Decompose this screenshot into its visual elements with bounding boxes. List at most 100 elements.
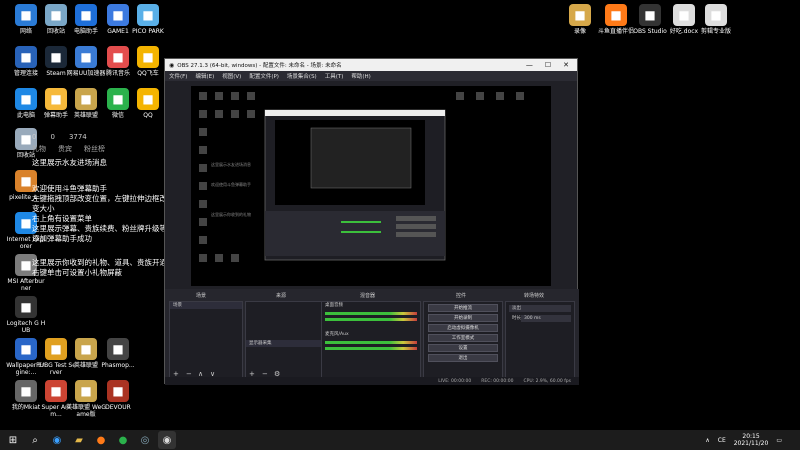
close-icon[interactable]: ✕ bbox=[563, 61, 569, 69]
remote-icon: ■ bbox=[15, 46, 37, 68]
overlay-stats: 0 0 3774 bbox=[32, 132, 172, 142]
qq-speed-icon: ■ bbox=[137, 46, 159, 68]
desktop-icon[interactable]: ■ PICO PARK bbox=[128, 4, 168, 35]
virtual-camera-button[interactable]: 启动虚拟摄像机 bbox=[428, 324, 498, 332]
source-item[interactable]: 显示器采集 bbox=[246, 340, 324, 347]
obs-window[interactable]: ◉ OBS 27.1.3 (64-bit, windows) - 配置文件: 未… bbox=[164, 58, 579, 385]
desktop-icon[interactable]: ■ QQ飞车 bbox=[128, 46, 168, 77]
desktop: ■ 网络 ■ 回收站 ■ 电脑助手 ■ GAME1 ■ PICO PARK ■ 管理连接 ■ Steam ■… bbox=[0, 0, 800, 430]
obs-titlebar[interactable]: ◉ OBS 27.1.3 (64-bit, windows) - 配置文件: 未… bbox=[165, 59, 577, 71]
controls-dock: 控件 开始推流 开始录制 启动虚拟摄像机 工作室模式 设置 退出 bbox=[423, 293, 503, 381]
clock[interactable]: 20:15 2021/11/20 bbox=[734, 433, 769, 447]
pubg-icon: ■ bbox=[45, 338, 67, 360]
start-recording-button[interactable]: 开始录制 bbox=[428, 314, 498, 322]
lol-icon: ■ bbox=[75, 380, 97, 402]
desktop-icon-label: DEVOUR bbox=[105, 404, 131, 411]
cpu-status: CPU: 2.9%, 60.00 fps bbox=[523, 378, 572, 384]
notification-icon[interactable]: ▭ bbox=[776, 437, 782, 444]
transitions-title: 转场特效 bbox=[524, 293, 545, 299]
overlay-header: 礼物 bbox=[32, 145, 46, 153]
duration-label: 时长 bbox=[512, 316, 521, 321]
obs-title: OBS 27.1.3 (64-bit, windows) - 配置文件: 未命名… bbox=[177, 63, 342, 69]
overlay-line: 这里展示水友进场消息 bbox=[32, 158, 107, 167]
menu-file[interactable]: 文件(F) bbox=[169, 72, 187, 80]
svg-text:这里展示水友进场消息: 这里展示水友进场消息 bbox=[211, 161, 251, 167]
logitech-icon: ■ bbox=[15, 296, 37, 318]
obs-docks: 场景 场景 + − ∧ ∨ 来源 显示器采集 + − ⚙ 混音器 桌面音频 麦克… bbox=[165, 289, 579, 385]
file-icon: ■ bbox=[15, 380, 37, 402]
douyu-icon[interactable]: ● bbox=[92, 431, 110, 449]
duration-input[interactable]: 300 ms bbox=[521, 315, 571, 322]
desktop-icon[interactable]: ■ QQ bbox=[128, 88, 168, 119]
clock-time: 20:15 bbox=[742, 433, 760, 440]
minimize-icon[interactable]: — bbox=[526, 61, 533, 69]
pico-park-icon: ■ bbox=[137, 4, 159, 26]
douyu-icon: ■ bbox=[605, 4, 627, 26]
desktop-icon[interactable]: ■ Phasmop... bbox=[98, 338, 138, 369]
mixer-channel-label: 桌面音频 bbox=[325, 303, 343, 308]
desktop-icon[interactable]: ■ Logitech G HUB bbox=[6, 296, 46, 334]
obs-preview[interactable]: 这里展示水友进场消息 欢迎使用斗鱼弹幕助手 这里展示你收到的礼物 bbox=[191, 86, 551, 286]
menu-tools[interactable]: 工具(T) bbox=[325, 72, 344, 80]
doc-icon: ■ bbox=[705, 4, 727, 26]
folder-icon: ■ bbox=[569, 4, 591, 26]
studio-mode-button[interactable]: 工作室模式 bbox=[428, 334, 498, 342]
edge-icon[interactable]: ◉ bbox=[48, 431, 66, 449]
obs-logo-icon: ◉ bbox=[169, 61, 175, 69]
menu-scene-collection[interactable]: 场景集合(S) bbox=[287, 72, 317, 80]
transition-select[interactable]: 淡出 bbox=[509, 305, 571, 312]
qq-icon: ■ bbox=[137, 88, 159, 110]
clock-date: 2021/11/20 bbox=[733, 440, 769, 447]
lol-icon: ■ bbox=[75, 88, 97, 110]
music-icon: ■ bbox=[107, 46, 129, 68]
overlay-line: 这里展示你收到的礼物、道具、贵族开通 右键单击可设置小礼物屏蔽 bbox=[32, 258, 167, 277]
tray-chevron-icon[interactable]: ∧ bbox=[705, 437, 709, 444]
overlay-stat: 0 bbox=[32, 133, 37, 141]
sources-title: 来源 bbox=[276, 293, 287, 299]
settings-button[interactable]: 设置 bbox=[428, 344, 498, 352]
desktop-icon-label: QQ飞车 bbox=[137, 70, 159, 77]
wallpaper-icon: ■ bbox=[15, 338, 37, 360]
menu-view[interactable]: 视图(V) bbox=[222, 72, 241, 80]
audio-meter bbox=[325, 347, 417, 350]
danmaku-icon: ■ bbox=[45, 88, 67, 110]
start-streaming-button[interactable]: 开始推流 bbox=[428, 304, 498, 312]
audio-meter bbox=[325, 318, 417, 321]
scenes-title: 场景 bbox=[196, 293, 207, 299]
svg-text:这里展示你收到的礼物: 这里展示你收到的礼物 bbox=[211, 211, 251, 217]
danmaku-overlay[interactable]: 0 0 3774 礼物 贵宾 粉丝榜 这里展示水友进场消息 欢迎使用斗鱼弹幕助手… bbox=[32, 132, 172, 292]
scene-item[interactable]: 场景 bbox=[170, 302, 242, 309]
desktop-icon-label: PICO PARK bbox=[132, 28, 164, 35]
desktop-icon[interactable]: ■ DEVOUR bbox=[98, 380, 138, 411]
overlay-stat: 0 bbox=[50, 133, 55, 141]
steam-icon[interactable]: ◎ bbox=[136, 431, 154, 449]
assistant-icon: ■ bbox=[75, 4, 97, 26]
live-status: LIVE: 00:00:00 bbox=[438, 378, 472, 384]
scenes-dock: 场景 场景 + − ∧ ∨ bbox=[169, 293, 243, 381]
folder-icon[interactable]: ▰ bbox=[70, 431, 88, 449]
overlay-stat: 3774 bbox=[68, 133, 87, 141]
ime-indicator[interactable]: CE bbox=[718, 437, 726, 444]
obs-statusbar: LIVE: 00:00:00 REC: 00:00:00 CPU: 2.9%, … bbox=[165, 377, 579, 385]
exit-button[interactable]: 退出 bbox=[428, 354, 498, 362]
lol-icon: ■ bbox=[75, 338, 97, 360]
computer-icon: ■ bbox=[15, 88, 37, 110]
desktop-icon-label: 录像 bbox=[573, 28, 586, 35]
search-icon[interactable]: ⌕ bbox=[26, 431, 44, 449]
desktop-icon[interactable]: ■ 录像 bbox=[560, 4, 600, 35]
mixer-channel-label: 麦克风/Aux bbox=[325, 332, 349, 337]
menu-edit[interactable]: 编辑(E) bbox=[195, 72, 214, 80]
obs-menubar: 文件(F) 编辑(E) 视图(V) 配置文件(P) 场景集合(S) 工具(T) … bbox=[165, 71, 577, 81]
start-icon[interactable]: ⊞ bbox=[4, 431, 22, 449]
menu-help[interactable]: 帮助(H) bbox=[351, 72, 370, 80]
obs-icon[interactable]: ◉ bbox=[158, 431, 176, 449]
obs-icon: ■ bbox=[639, 4, 661, 26]
transitions-dock: 转场特效 淡出 时长 300 ms bbox=[505, 293, 575, 381]
wechat-icon[interactable]: ● bbox=[114, 431, 132, 449]
mixer-dock: 混音器 桌面音频 麦克风/Aux bbox=[321, 293, 421, 381]
steam-icon: ■ bbox=[45, 46, 67, 68]
audio-meter bbox=[325, 312, 417, 315]
maximize-icon[interactable]: ☐ bbox=[545, 61, 551, 69]
menu-profile[interactable]: 配置文件(P) bbox=[249, 72, 279, 80]
desktop-icon[interactable]: ■ 剪辑专业版 bbox=[696, 4, 736, 35]
